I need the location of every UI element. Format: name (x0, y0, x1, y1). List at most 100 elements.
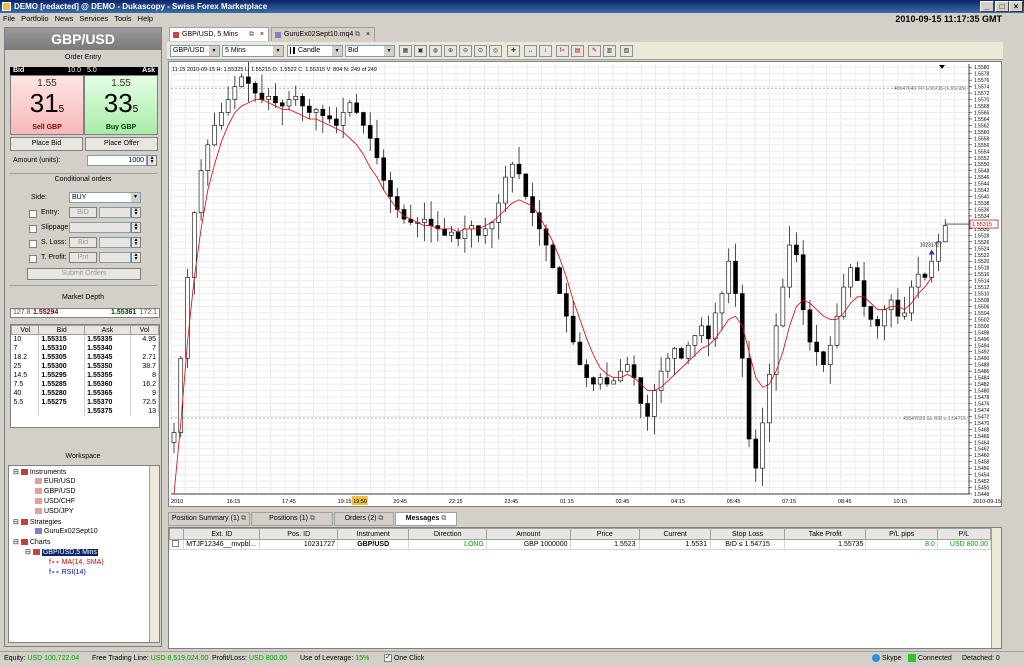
entry-type-button[interactable]: BID (69, 207, 97, 218)
slippage-checkbox[interactable] (29, 225, 37, 233)
tab-position-summary[interactable]: Position Summary (1) ⧉ (168, 512, 250, 526)
tree-indicator-rsi[interactable]: f∘∘ RSI(14) (49, 568, 86, 576)
positions-header[interactable]: Take Profit (783, 528, 867, 540)
zoom-out-icon[interactable]: ⊖ (459, 45, 472, 57)
undock-icon[interactable]: ⧉ (249, 28, 254, 41)
close-tab-icon[interactable]: × (366, 28, 370, 41)
tree-instrument[interactable]: USD/CHF (35, 498, 75, 505)
offer-side-select[interactable]: Bid ▾ (345, 45, 395, 57)
stop-loss-type-button[interactable]: Bid (69, 237, 97, 248)
submit-orders-button[interactable]: Submit Orders (27, 268, 141, 280)
amount-spinner[interactable]: ▴ ▾ (147, 155, 157, 166)
take-profit-spinner[interactable]: ▴ ▾ (131, 252, 141, 263)
tree-indicator-ma[interactable]: f∘∘ MA(14, SMA) (49, 558, 104, 566)
depth-bid: 1.55300 (38, 361, 86, 371)
undock-icon[interactable]: ⧉ (441, 515, 446, 522)
take-profit-input[interactable] (99, 252, 131, 263)
drawings-icon[interactable]: ✎ (588, 45, 601, 57)
undock-icon[interactable]: ⧉ (310, 515, 315, 522)
take-profit-checkbox[interactable] (29, 255, 37, 263)
position-select-checkbox[interactable] (168, 539, 185, 550)
positions-header[interactable]: Direction (408, 528, 487, 540)
positions-header[interactable]: Instrument (336, 528, 410, 540)
stop-loss-spinner[interactable]: ▴ ▾ (131, 237, 141, 248)
positions-header[interactable] (168, 528, 185, 540)
price-chart[interactable]: 1.5580 1.5578 1.5576 1.5574 1.5572 1.5570 1.55… (168, 58, 1002, 507)
positions-header[interactable]: Current (638, 528, 712, 540)
tab-positions[interactable]: Positions (1) ⧉ (251, 512, 333, 526)
tree-charts[interactable]: ⊟ Charts (13, 538, 50, 546)
take-profit-type-button[interactable]: Pnt (69, 252, 97, 263)
tree-chart-item[interactable]: ⊟ GBP/USD,5 Mins (25, 548, 98, 556)
candle-body (706, 325, 711, 340)
close-tab-icon[interactable]: × (260, 28, 264, 41)
tree-instrument[interactable]: GBP/USD (35, 488, 76, 495)
tab-messages[interactable]: Messages ⧉ (395, 512, 457, 526)
slippage-input[interactable] (69, 222, 131, 233)
horizontal-line-icon[interactable]: ↔ (524, 45, 537, 57)
minimize-button[interactable]: _ (980, 1, 994, 12)
tab-chart-gbpusd[interactable]: GBP/USD, 5 Mins ⧉ × (169, 27, 269, 41)
positions-header[interactable]: P/L (936, 528, 992, 540)
zoom-in-icon[interactable]: ⊕ (444, 45, 457, 57)
entry-price-input[interactable] (99, 207, 131, 218)
place-bid-button[interactable]: Place Bid (10, 137, 83, 151)
grid-icon[interactable]: ▦ (399, 45, 412, 57)
entry-checkbox[interactable] (29, 210, 37, 218)
skype-status[interactable]: Skype (872, 652, 901, 666)
stop-loss-input[interactable] (99, 237, 131, 248)
pattern-icon[interactable]: ▤ (571, 45, 584, 57)
candle-body (225, 99, 231, 113)
chart-type-select[interactable]: Candle ▾ (287, 45, 343, 57)
position-row[interactable]: MTJF12346__mvpbl... 10231727 GBP/USD LONG GB… (168, 539, 992, 550)
undock-icon[interactable]: ⧉ (241, 515, 246, 522)
indicator-icon[interactable]: f∘ (556, 45, 569, 57)
menu-file[interactable]: File (0, 13, 18, 25)
entry-spinner[interactable]: ▴ ▾ (131, 207, 141, 218)
zoom-fit-icon[interactable]: ⊙ (474, 45, 487, 57)
stop-loss-checkbox[interactable] (29, 240, 37, 248)
tree-strategies[interactable]: ⊟ Strategies (13, 518, 61, 526)
sell-button[interactable]: 1.55 315 Sell GBP (10, 75, 84, 135)
place-offer-button[interactable]: Place Offer (85, 137, 158, 151)
positions-header[interactable]: Price (569, 528, 640, 540)
workspace-scrollbar[interactable] (149, 466, 159, 642)
screenshot-icon[interactable]: ▧ (620, 45, 633, 57)
menu-portfolio[interactable]: Portfolio (18, 13, 52, 25)
close-window-button[interactable]: × (1009, 1, 1023, 12)
magnet-icon[interactable]: ◍ (429, 45, 442, 57)
undock-icon[interactable]: ⧉ (378, 515, 383, 522)
checkbox-checked-icon[interactable]: ✓ (384, 654, 392, 663)
tree-strategy[interactable]: GuruEx02Sept10 (35, 528, 98, 535)
slippage-spinner[interactable]: ▴ ▾ (131, 222, 141, 233)
positions-header[interactable]: P/L pips (865, 528, 938, 540)
positions-header[interactable]: Amount (485, 528, 571, 540)
positions-scrollbar[interactable] (991, 528, 1001, 648)
vertical-line-icon[interactable]: ↕ (539, 45, 552, 57)
positions-header[interactable]: Ext. ID (183, 528, 261, 540)
zoom-reset-icon[interactable]: ◎ (489, 45, 502, 57)
tree-instrument[interactable]: EUR/USD (35, 478, 76, 485)
tab-orders[interactable]: Orders (2) ⧉ (334, 512, 394, 526)
lock-icon[interactable]: ▣ (414, 45, 427, 57)
tab-strategy-file[interactable]: GuruEx02Sept10.mq4 ⧉ × (271, 27, 375, 41)
menu-tools[interactable]: Tools (111, 13, 135, 25)
positions-header[interactable]: Pos. ID (259, 528, 338, 540)
tree-instruments[interactable]: ⊟ Instruments (13, 468, 66, 476)
positions-header[interactable]: Stop Loss (710, 528, 785, 540)
template-icon[interactable]: ▥ (603, 45, 616, 57)
instrument-select[interactable]: GBP/USD ▾ (170, 45, 220, 57)
side-select[interactable]: BUY ▾ (69, 192, 141, 203)
maximize-button[interactable]: □ (995, 1, 1009, 12)
menu-news[interactable]: News (52, 13, 77, 25)
amount-input[interactable]: 1000 (87, 155, 147, 166)
period-select[interactable]: 5 Mins ▾ (222, 45, 284, 57)
tree-instrument[interactable]: USD/JPY (35, 508, 74, 515)
crosshair-icon[interactable]: ✚ (507, 45, 520, 57)
undock-icon[interactable]: ⧉ (355, 28, 360, 41)
chart-canvas[interactable]: 1.55801.55781.55761.55741.55721.55701.55… (169, 58, 1001, 506)
menu-services[interactable]: Services (76, 13, 111, 25)
buy-button[interactable]: 1.55 335 Buy GBP (84, 75, 158, 135)
menu-help[interactable]: Help (135, 13, 156, 25)
one-click-toggle[interactable]: ✓ One Click (384, 652, 424, 666)
